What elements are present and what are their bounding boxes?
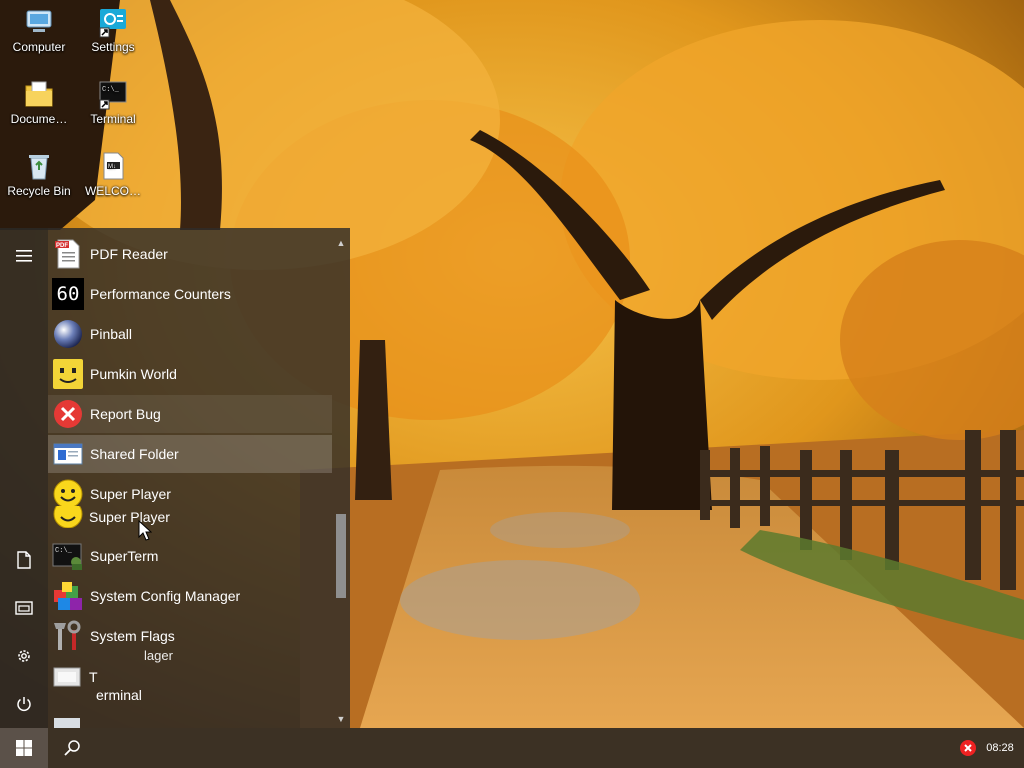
app-item-pdf-reader[interactable]: PDF PDF Reader bbox=[48, 235, 332, 273]
ghost-config-fragment: lager bbox=[144, 648, 173, 663]
system-flags-icon bbox=[52, 620, 84, 652]
scroll-down-arrow[interactable]: ▼ bbox=[334, 712, 348, 726]
app-item-label: Performance Counters bbox=[90, 286, 231, 302]
hamburger-menu-icon bbox=[16, 250, 32, 262]
superterm-icon: C:\_ bbox=[52, 540, 84, 572]
windows-start-icon bbox=[16, 740, 32, 756]
search-icon bbox=[64, 740, 80, 756]
taskbar: 08:28 bbox=[0, 728, 1024, 768]
desktop-icon-label: Terminal bbox=[90, 112, 136, 126]
ghost-terminal-icon bbox=[52, 662, 84, 692]
error-tray-icon[interactable] bbox=[960, 740, 976, 756]
app-item-label: Report Bug bbox=[90, 406, 161, 422]
config-manager-icon bbox=[52, 580, 84, 612]
desktop-icon-label: WELCO… bbox=[84, 184, 141, 198]
ghost-partial-icon bbox=[54, 718, 80, 728]
settings-shortcut-icon bbox=[97, 6, 129, 38]
pumpkin-icon bbox=[52, 358, 84, 390]
mouse-cursor-icon bbox=[138, 520, 152, 541]
desktop-icon-recycle-bin[interactable]: Recycle Bin bbox=[2, 150, 76, 198]
app-item-label: Pinball bbox=[90, 326, 133, 342]
taskbar-clock[interactable]: 08:28 bbox=[980, 728, 1020, 768]
ghost-terminal-t: T bbox=[89, 669, 98, 685]
app-item-label: Super Player bbox=[90, 486, 171, 502]
terminal-shortcut-icon: C:\_ bbox=[97, 78, 129, 110]
desktop-icon-computer[interactable]: Computer bbox=[2, 6, 76, 54]
start-button[interactable] bbox=[0, 728, 48, 768]
app-item-pumkin-world[interactable]: Pumkin World bbox=[48, 355, 332, 393]
app-item-super-player[interactable]: Super Player bbox=[48, 475, 332, 513]
app-list: PDF PDF Reader 60 Performance Counters P… bbox=[48, 228, 334, 728]
pictures-button[interactable] bbox=[0, 588, 48, 628]
desktop-icon-terminal[interactable]: C:\_ Terminal bbox=[76, 78, 150, 126]
pictures-folder-icon bbox=[15, 601, 33, 615]
computer-icon bbox=[23, 6, 55, 38]
performance-counter-icon: 60 bbox=[52, 278, 84, 310]
app-list-scrollbar[interactable]: ▲ ▼ bbox=[334, 228, 348, 728]
desktop-icon-documents[interactable]: Docume… bbox=[2, 78, 76, 126]
start-menu-rail bbox=[0, 228, 48, 728]
performance-counter-number: 60 bbox=[56, 283, 80, 305]
recycle-bin-icon bbox=[23, 150, 55, 182]
report-bug-icon bbox=[52, 398, 84, 430]
svg-text:C:\_: C:\_ bbox=[102, 86, 120, 94]
app-item-label: SuperTerm bbox=[90, 548, 159, 564]
app-item-pinball[interactable]: Pinball bbox=[48, 315, 332, 353]
app-item-superterm[interactable]: C:\_ SuperTerm bbox=[48, 537, 332, 575]
app-item-label: PDF Reader bbox=[90, 246, 168, 262]
svg-text:M↓: M↓ bbox=[108, 164, 116, 170]
pdf-icon: PDF bbox=[52, 238, 84, 270]
scroll-thumb[interactable] bbox=[336, 514, 346, 598]
app-item-label: Shared Folder bbox=[90, 446, 179, 462]
svg-text:C:\_: C:\_ bbox=[55, 547, 73, 555]
settings-button[interactable] bbox=[0, 636, 48, 676]
ghost-terminal-label: erminal bbox=[96, 687, 142, 703]
svg-text:PDF: PDF bbox=[56, 243, 68, 249]
shared-folder-icon bbox=[52, 438, 84, 470]
hamburger-button[interactable] bbox=[0, 236, 48, 276]
power-button[interactable] bbox=[0, 684, 48, 724]
desktop-icon-welcome[interactable]: M↓ WELCO… bbox=[76, 150, 150, 198]
pinball-icon bbox=[52, 318, 84, 350]
app-item-label: System Config Manager bbox=[90, 588, 241, 604]
welcome-document-icon: M↓ bbox=[97, 150, 129, 182]
scroll-up-arrow[interactable]: ▲ bbox=[334, 236, 348, 250]
ghost-super-player-label: Super Player bbox=[89, 509, 170, 525]
desktop-icon-label: Recycle Bin bbox=[7, 184, 71, 198]
app-item-system-flags[interactable]: System Flags bbox=[48, 617, 332, 655]
app-item-system-config-manager[interactable]: System Config Manager bbox=[48, 577, 332, 615]
documents-button[interactable] bbox=[0, 540, 48, 580]
desktop-icon-settings[interactable]: Settings bbox=[76, 6, 150, 54]
desktop-icon-label: Settings bbox=[91, 40, 135, 54]
app-item-report-bug[interactable]: Report Bug bbox=[48, 395, 332, 433]
desktop-icon-label: Docume… bbox=[10, 112, 68, 126]
app-item-label: System Flags bbox=[90, 628, 175, 644]
ghost-smiley-icon bbox=[52, 506, 84, 528]
app-item-label: Pumkin World bbox=[90, 366, 177, 382]
start-menu: PDF PDF Reader 60 Performance Counters P… bbox=[0, 228, 350, 728]
app-item-performance-counters[interactable]: 60 Performance Counters bbox=[48, 275, 332, 313]
gear-icon bbox=[18, 650, 30, 662]
power-icon bbox=[17, 697, 31, 712]
app-item-shared-folder[interactable]: Shared Folder bbox=[48, 435, 332, 473]
document-icon bbox=[17, 551, 31, 569]
documents-folder-icon bbox=[23, 78, 55, 110]
desktop-icon-label: Computer bbox=[12, 40, 66, 54]
search-button[interactable] bbox=[48, 728, 96, 768]
